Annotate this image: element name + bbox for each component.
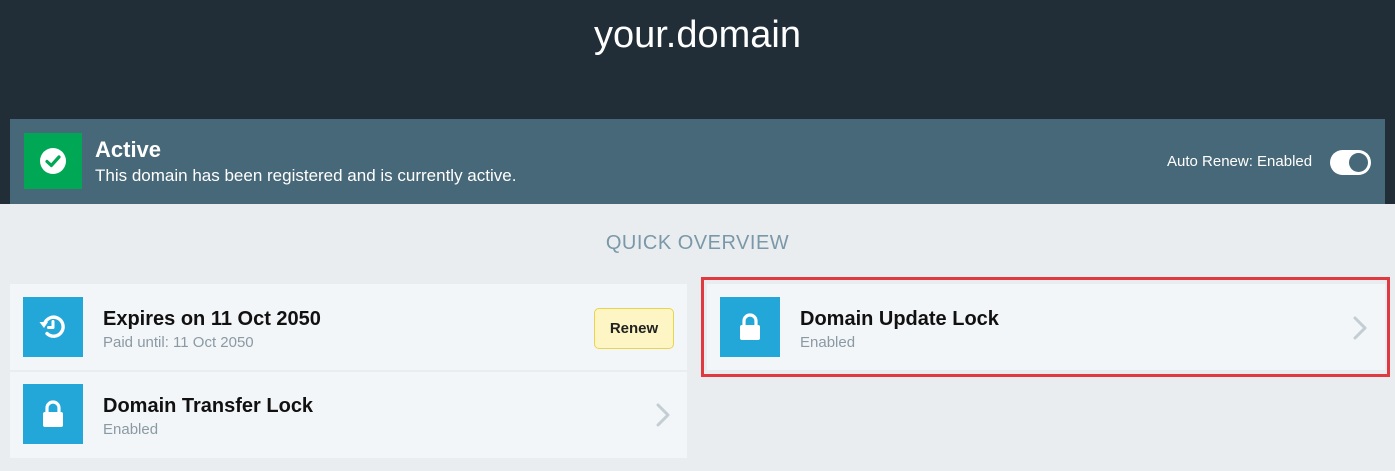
status-description: This domain has been registered and is c… xyxy=(95,166,517,185)
auto-renew-label: Auto Renew: Enabled xyxy=(1167,153,1313,170)
renew-clock-icon xyxy=(39,315,65,338)
status-icon-box xyxy=(24,133,82,189)
section-heading: QUICK OVERVIEW xyxy=(605,232,790,254)
domain-title: your.domain xyxy=(593,14,801,56)
toggle-knob xyxy=(1349,153,1368,172)
renew-button[interactable]: Renew xyxy=(594,308,674,349)
highlight-frame xyxy=(701,277,1390,377)
check-circle-icon xyxy=(40,148,66,174)
status-title: Active xyxy=(95,137,162,162)
lock-icon xyxy=(43,400,63,427)
transfer-lock-status: Enabled xyxy=(103,421,159,438)
expiry-icon-box xyxy=(23,297,83,357)
chevron-right-icon xyxy=(653,401,673,429)
expiry-subtitle: Paid until: 11 Oct 2050 xyxy=(103,334,254,351)
status-bar: Active This domain has been registered a… xyxy=(10,119,1385,204)
transfer-lock-card[interactable]: Domain Transfer Lock Enabled xyxy=(10,372,687,458)
expiry-title: Expires on 11 Oct 2050 xyxy=(103,308,321,330)
transfer-lock-icon-box xyxy=(23,384,83,444)
auto-renew-toggle[interactable] xyxy=(1330,150,1371,175)
expiry-card: Expires on 11 Oct 2050 Paid until: 11 Oc… xyxy=(10,284,687,370)
transfer-lock-title: Domain Transfer Lock xyxy=(103,395,314,417)
